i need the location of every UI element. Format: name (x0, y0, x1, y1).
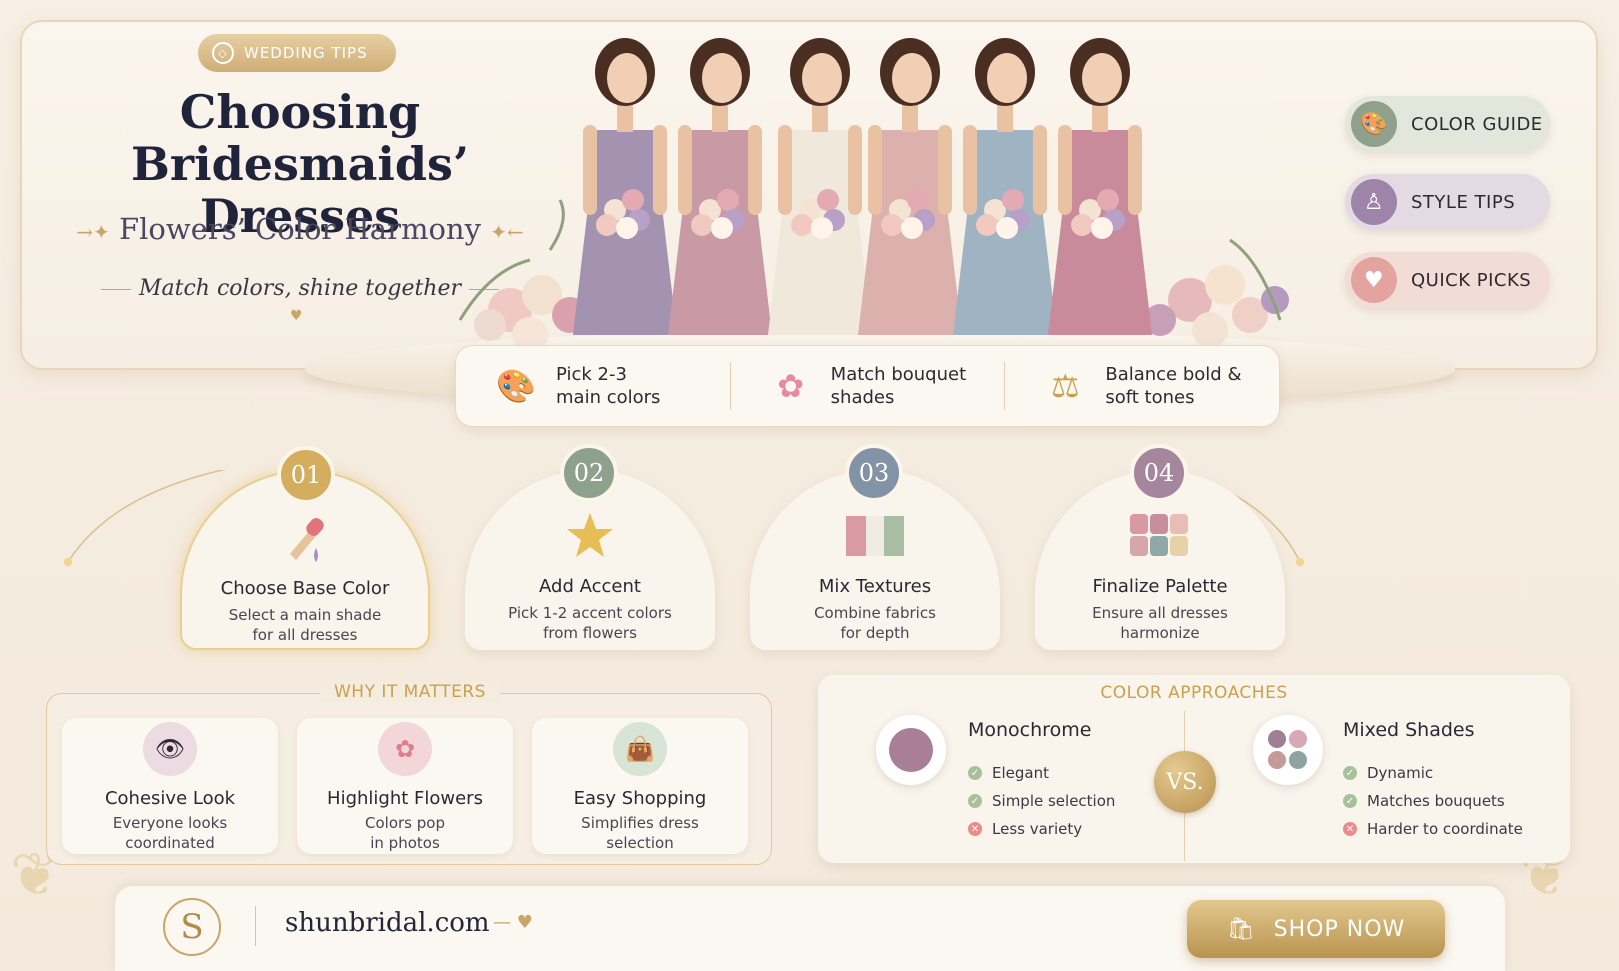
tagline-text: Match colors, shine together (138, 276, 462, 301)
footer-bar: S shunbridal.com — ♥ 🛍 SHOP NOW (115, 886, 1505, 971)
shopping-bag-icon: 🛍 (1226, 916, 1256, 942)
color-guide-label: COLOR GUIDE (1411, 113, 1543, 135)
style-tips-button[interactable]: ♙ STYLE TIPS (1345, 174, 1550, 230)
mixed-shades-swatch (1253, 715, 1323, 785)
step-number: 03 (845, 444, 903, 502)
step-title: Choose Base Color (220, 578, 390, 599)
shop-now-label: SHOP NOW (1273, 916, 1406, 942)
why-card-cohesive: 👁 Cohesive Look Everyone looks coordinate… (62, 718, 278, 854)
list-item: ✓ Matches bouquets (1343, 787, 1523, 815)
list-item: ✓ Elegant (968, 759, 1115, 787)
step-description: Combine fabrics for depth (814, 604, 936, 642)
bridesmaid-figure (573, 38, 677, 335)
star-icon (465, 510, 715, 562)
tip-item: 🎨 Pick 2-3 main colors (456, 362, 730, 410)
brand-logo: S (163, 898, 221, 956)
step-description: Pick 1-2 accent colors from flowers (508, 604, 672, 642)
monochrome-swatch (876, 715, 946, 785)
why-card-flowers: ✿ Highlight Flowers Colors pop in photos (297, 718, 513, 854)
step-number: 02 (560, 444, 618, 502)
bag-icon: 👜 (613, 722, 667, 776)
tip-item: ✿ Match bouquet shades (729, 362, 1005, 410)
step-description: Ensure all dresses harmonize (1092, 604, 1228, 642)
palette-icon: 🎨 (1351, 101, 1397, 147)
heart-ornament-icon: ♥ (290, 308, 303, 324)
dress-icon: ♙ (1351, 179, 1397, 225)
list-item: ✓ Simple selection (968, 787, 1115, 815)
why-card-desc: Simplifies dress selection (581, 814, 699, 852)
color-approaches-panel: COLOR APPROACHES Monochrome ✓ Elegant ✓ Si… (818, 675, 1570, 863)
footer-divider (255, 906, 256, 946)
cross-icon: ✕ (968, 822, 982, 836)
tip-line: Pick 2-3 (556, 364, 627, 385)
why-card-desc: Colors pop in photos (365, 814, 445, 852)
heart-ornament-icon: — ♥ (493, 912, 533, 933)
bridesmaids-illustration (458, 38, 1289, 350)
quick-picks-label: QUICK PICKS (1411, 269, 1532, 291)
tip-line: shades (830, 387, 895, 408)
subtitle-text: Flowers’ Color Harmony (119, 212, 481, 246)
check-icon: ✓ (968, 766, 982, 780)
list-item: ✕ Harder to coordinate (1343, 815, 1523, 843)
bridesmaid-figure (953, 38, 1057, 335)
shop-now-button[interactable]: 🛍 SHOP NOW (1187, 900, 1445, 958)
style-tips-label: STYLE TIPS (1411, 191, 1516, 213)
flower-arrangement-right (1144, 238, 1289, 348)
list-item: ✕ Less variety (968, 815, 1115, 843)
color-approaches-title: COLOR APPROACHES (1100, 683, 1288, 703)
mixed-shades-list: ✓ Dynamic ✓ Matches bouquets ✕ Harder to co… (1343, 759, 1523, 843)
check-icon: ✓ (1343, 766, 1357, 780)
monochrome-title: Monochrome (968, 719, 1092, 741)
ornament-left-icon: →✦ (76, 220, 110, 244)
check-icon: ✓ (968, 794, 982, 808)
badge-label: WEDDING TIPS (244, 44, 368, 62)
why-card-title: Highlight Flowers (327, 788, 483, 809)
bridesmaid-figure (768, 38, 872, 335)
color-guide-button[interactable]: 🎨 COLOR GUIDE (1345, 96, 1550, 152)
tip-line: Match bouquet (830, 364, 967, 385)
flower-icon: ✿ (777, 366, 805, 405)
heart-icon: ♥ (1351, 257, 1397, 303)
tip-item: ⚖ Balance bold & soft tones (1004, 362, 1279, 410)
why-card-shopping: 👜 Easy Shopping Simplifies dress selectio… (532, 718, 748, 854)
palette-icon: 🎨 (496, 366, 536, 405)
scale-icon: ⚖ (1051, 366, 1080, 405)
step-title: Mix Textures (818, 576, 932, 597)
monochrome-list: ✓ Elegant ✓ Simple selection ✕ Less variety (968, 759, 1115, 843)
list-item: ✓ Dynamic (1343, 759, 1523, 787)
bridesmaid-figure (1048, 38, 1152, 335)
tips-bar: 🎨 Pick 2-3 main colors ✿ Match bouquet sha… (455, 345, 1280, 427)
why-it-matters-title: WHY IT MATTERS (320, 682, 500, 702)
mixed-shades-title: Mixed Shades (1343, 719, 1475, 741)
eye-icon: 👁 (143, 722, 197, 776)
why-card-title: Easy Shopping (573, 788, 707, 809)
tip-line: soft tones (1105, 387, 1195, 408)
quick-picks-button[interactable]: ♥ QUICK PICKS (1345, 252, 1550, 308)
fabric-icon (750, 510, 1000, 562)
tip-line: Balance bold & (1105, 364, 1242, 385)
step-number: 04 (1130, 444, 1188, 502)
step-title: Finalize Palette (1092, 576, 1228, 597)
dropper-icon (182, 512, 428, 564)
why-card-desc: Everyone looks coordinated (112, 814, 228, 852)
why-card-title: Cohesive Look (104, 788, 236, 809)
check-icon: ✓ (1343, 794, 1357, 808)
bridesmaid-figure (668, 38, 772, 335)
step-description: Select a main shade for all dresses (228, 606, 382, 644)
step-title: Add Accent (539, 576, 641, 597)
bridesmaid-figure (858, 38, 962, 335)
palette-grid-icon (1035, 510, 1285, 562)
flower-icon: ✿ (378, 722, 432, 776)
cross-icon: ✕ (1343, 822, 1357, 836)
ring-icon: ◇ (212, 42, 234, 64)
site-link[interactable]: shunbridal.com (285, 908, 490, 938)
vs-badge: VS. (1154, 751, 1216, 813)
step-number: 01 (277, 446, 335, 504)
wedding-tips-badge: ◇ WEDDING TIPS (198, 34, 396, 72)
tip-line: main colors (556, 387, 661, 408)
